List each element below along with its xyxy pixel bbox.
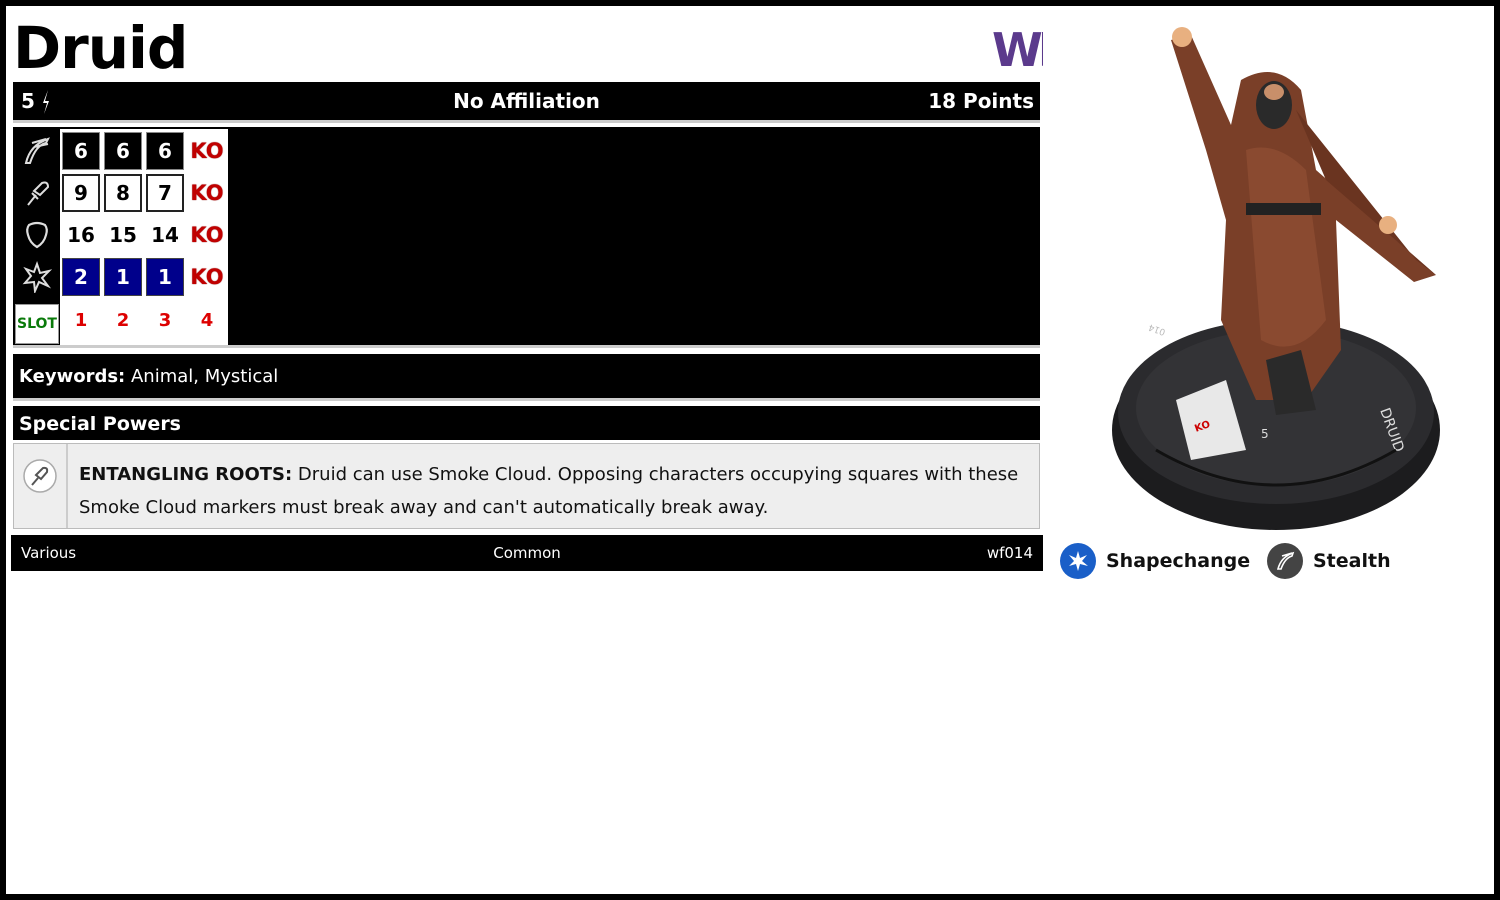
- trait-shapechange: Shapechange: [1060, 543, 1250, 579]
- dial-cell: 7: [146, 174, 184, 212]
- slot-label: SLOT: [15, 304, 59, 344]
- svg-text:5: 5: [1261, 427, 1269, 441]
- power-icon-cell: [14, 444, 68, 528]
- header-bar: 5 No Affiliation 18 Points: [13, 82, 1040, 123]
- trait-label: Shapechange: [1106, 550, 1251, 572]
- ko-cell: KO: [188, 258, 226, 296]
- click-number: 3: [146, 301, 184, 339]
- dial-cell: 8: [104, 174, 142, 212]
- dial-cell: 16: [62, 216, 100, 254]
- damage-icon: [15, 256, 59, 298]
- dial-grid: 6 6 6 KO 9 8 7 KO 16 15 14 KO 2 1 1 KO 1…: [60, 129, 228, 345]
- keywords-value: Animal, Mystical: [130, 366, 279, 387]
- trait-stealth: Stealth: [1267, 543, 1391, 579]
- svg-text:014: 014: [1147, 321, 1167, 336]
- character-name: Druid: [13, 14, 188, 82]
- stat-icon-column: [15, 130, 59, 298]
- attack-icon: [23, 459, 57, 493]
- burst-icon: [1060, 543, 1096, 579]
- svg-text:WF: WF: [992, 23, 1043, 72]
- dial-cell: 15: [104, 216, 142, 254]
- dial-cell: 1: [146, 258, 184, 296]
- set-logo: WF: [992, 23, 1043, 72]
- power-name: ENTANGLING ROOTS:: [79, 464, 293, 485]
- click-number: 1: [62, 301, 100, 339]
- keywords-bar: Keywords: Animal, Mystical: [13, 354, 1040, 401]
- ko-cell: KO: [188, 216, 226, 254]
- card-frame: Druid WF 5 No Affiliation 18 Points S: [6, 6, 1494, 894]
- dial-cell: 6: [104, 132, 142, 170]
- power-description: ENTANGLING ROOTS: Druid can use Smoke Cl…: [79, 458, 1027, 524]
- special-power-row: ENTANGLING ROOTS: Druid can use Smoke Cl…: [13, 443, 1040, 529]
- combat-dial: SLOT 6 6 6 KO 9 8 7 KO 16 15 14 KO 2 1 1…: [13, 127, 1040, 348]
- dial-cell: 14: [146, 216, 184, 254]
- speed-icon: [15, 130, 59, 172]
- dial-cell: 9: [62, 174, 100, 212]
- special-powers-title: Special Powers: [19, 413, 181, 435]
- trait-label: Stealth: [1313, 550, 1391, 572]
- ko-cell: KO: [188, 132, 226, 170]
- speed-icon: [1267, 543, 1303, 579]
- affiliation: No Affiliation: [453, 89, 600, 113]
- special-powers-header: Special Powers: [13, 406, 1040, 440]
- dial-cell: 1: [104, 258, 142, 296]
- keywords-text: Keywords: Animal, Mystical: [19, 366, 278, 387]
- footer-collector-number: wf014: [986, 544, 1033, 562]
- dial-cell: 2: [62, 258, 100, 296]
- footer-bar: Various Common wf014: [11, 535, 1043, 571]
- click-number: 2: [104, 301, 142, 339]
- defense-icon: [15, 214, 59, 256]
- dial-cell: 6: [62, 132, 100, 170]
- dial-cell: 6: [146, 132, 184, 170]
- attack-icon: [15, 172, 59, 214]
- points-value: 18 Points: [928, 89, 1034, 113]
- click-number: 4: [188, 301, 226, 339]
- keywords-label: Keywords:: [19, 366, 126, 387]
- figure-image: KO DRUID 5 014: [1112, 27, 1440, 530]
- footer-rarity: Common: [493, 544, 561, 562]
- ko-cell: KO: [188, 174, 226, 212]
